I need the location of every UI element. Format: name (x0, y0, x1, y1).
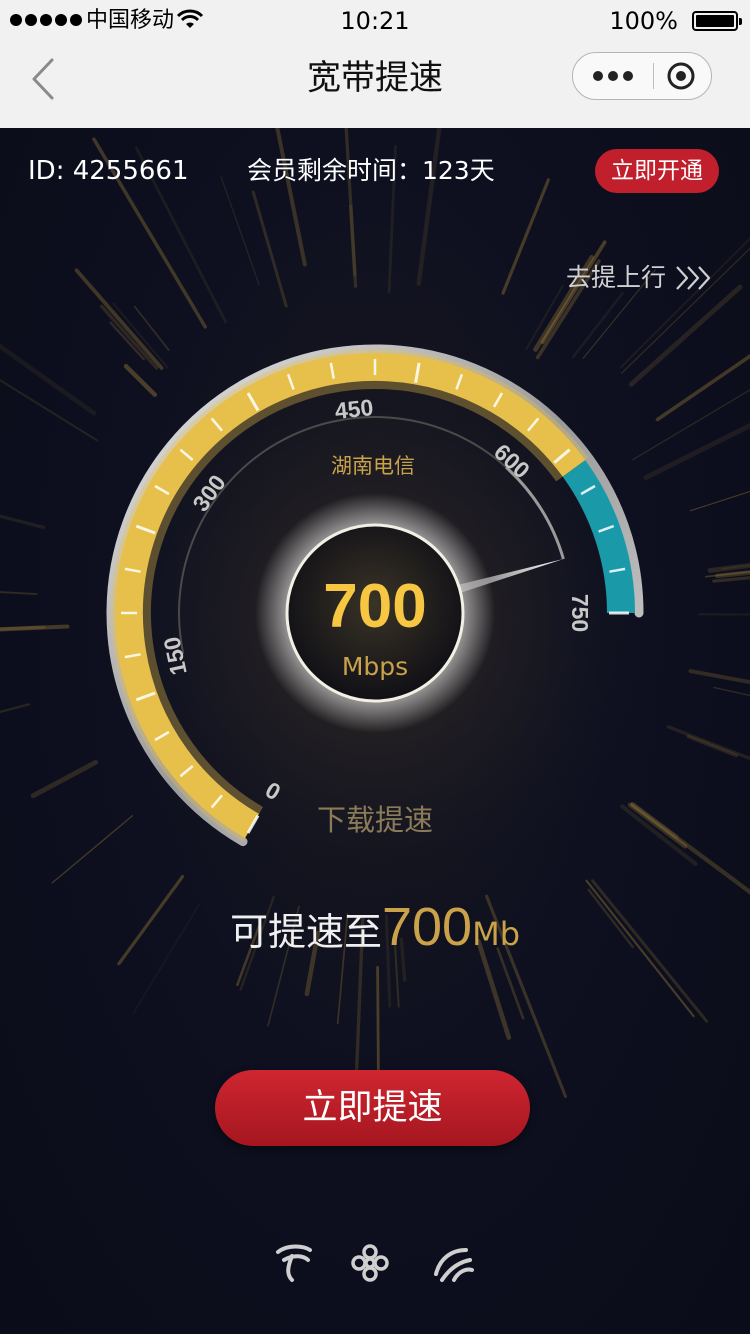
china-mobile-logo-icon (434, 1248, 474, 1282)
speed-up-now-button[interactable]: 立即提速 (215, 1070, 530, 1146)
boost-unit: Mb (472, 915, 521, 953)
speed-unit: Mbps (341, 652, 409, 681)
carrier-logos (276, 1244, 474, 1282)
boost-summary: 可提速至700Mb (0, 896, 750, 958)
current-speed-value: 700 (323, 572, 427, 641)
boost-value: 700 (381, 897, 473, 957)
isp-name: 湖南电信 (331, 454, 415, 478)
boost-prefix: 可提速至 (229, 910, 382, 954)
speedup-screen: 中国移动 10:21 100% 宽带提速 ID: 4255661 会员剩余时间：… (0, 0, 750, 1334)
china-telecom-logo-icon (276, 1244, 312, 1282)
download-boost-label: 下载提速 (316, 803, 433, 837)
china-unicom-logo-icon (351, 1244, 389, 1282)
gauge-tick-label: 750 (567, 593, 593, 633)
